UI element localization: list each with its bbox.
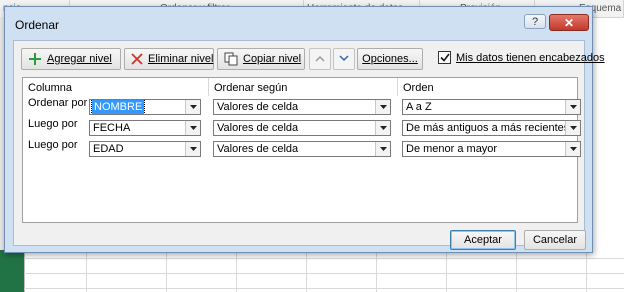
delete-level-label: Eliminar nivel (148, 53, 214, 65)
grid-line (24, 288, 624, 289)
accept-button[interactable]: Aceptar (450, 230, 516, 250)
column-separator (397, 78, 398, 96)
headers-checkbox-label: Mis datos tienen encabezados (456, 51, 605, 64)
chevron-up-icon (315, 53, 325, 65)
options-button[interactable]: Opciones... (357, 48, 423, 70)
sort-on-select[interactable]: Valores de celda (213, 99, 391, 115)
dropdown-arrow-icon[interactable] (375, 121, 390, 135)
copy-level-label: Copiar nivel (243, 53, 302, 65)
dropdown-arrow-icon[interactable] (565, 100, 580, 114)
delete-level-button[interactable]: Eliminar nivel (124, 48, 214, 70)
column-select-value: FECHA (93, 122, 131, 134)
order-header: Orden (403, 82, 434, 94)
dropdown-arrow-icon[interactable] (375, 100, 390, 114)
sort-on-value: Valores de celda (217, 143, 299, 155)
move-down-button[interactable] (333, 48, 355, 70)
options-label: Opciones... (362, 53, 418, 65)
grid-line (24, 258, 624, 259)
column-header: Columna (28, 82, 73, 94)
dialog-body: Agregar nivel Eliminar nivel Copiar nive… (13, 40, 605, 250)
dropdown-arrow-icon[interactable] (185, 100, 200, 114)
dialog-titlebar[interactable]: Ordenar ? ✕ (5, 7, 592, 33)
copy-icon (224, 52, 238, 66)
column-select-value: EDAD (93, 143, 124, 155)
delete-x-icon (131, 52, 143, 66)
row-label: Luego por (28, 118, 78, 130)
close-icon: ✕ (563, 16, 575, 30)
order-value: De más antiguos a más recientes (406, 122, 570, 134)
row-label: Ordenar por (28, 97, 88, 109)
sort-on-select[interactable]: Valores de celda (213, 120, 391, 136)
headers-checkbox[interactable] (438, 51, 451, 64)
grid-line (24, 273, 624, 274)
order-select[interactable]: A a Z (402, 99, 581, 115)
headers-checkbox-row[interactable]: Mis datos tienen encabezados (438, 51, 605, 64)
dropdown-arrow-icon[interactable] (185, 121, 200, 135)
dropdown-arrow-icon[interactable] (185, 142, 200, 156)
checkmark-icon (439, 53, 450, 62)
close-button[interactable]: ✕ (549, 14, 589, 31)
sort-dialog: Ordenar ? ✕ Agregar nivel Eliminar nivel… (4, 6, 605, 253)
chevron-down-icon (339, 53, 349, 65)
plus-icon (28, 52, 42, 66)
column-select[interactable]: NOMBRE (89, 99, 201, 115)
sort-on-select[interactable]: Valores de celda (213, 141, 391, 157)
row-label: Luego por (28, 139, 78, 151)
copy-level-button[interactable]: Copiar nivel (217, 48, 305, 70)
column-select-value: NOMBRE (90, 100, 146, 114)
sort-on-value: Valores de celda (217, 101, 299, 113)
dropdown-arrow-icon[interactable] (565, 121, 580, 135)
sort-levels-table: Columna Ordenar según Orden Ordenar por … (22, 77, 581, 223)
dialog-title: Ordenar (15, 18, 60, 32)
column-select[interactable]: FECHA (89, 120, 201, 136)
sort-on-header: Ordenar según (214, 82, 288, 94)
help-button[interactable]: ? (524, 14, 546, 29)
order-value: A a Z (406, 101, 432, 113)
add-level-button[interactable]: Agregar nivel (21, 48, 121, 70)
order-value: De menor a mayor (406, 143, 498, 155)
dropdown-arrow-icon[interactable] (565, 142, 580, 156)
add-level-label: Agregar nivel (47, 53, 112, 65)
column-separator (208, 78, 209, 96)
cancel-button[interactable]: Cancelar (524, 230, 586, 250)
sort-on-value: Valores de celda (217, 122, 299, 134)
column-select[interactable]: EDAD (89, 141, 201, 157)
dropdown-arrow-icon[interactable] (375, 142, 390, 156)
order-select[interactable]: De más antiguos a más recientes (402, 120, 581, 136)
move-up-button[interactable] (309, 48, 331, 70)
selected-row-indicator (0, 250, 24, 292)
order-select[interactable]: De menor a mayor (402, 141, 581, 157)
